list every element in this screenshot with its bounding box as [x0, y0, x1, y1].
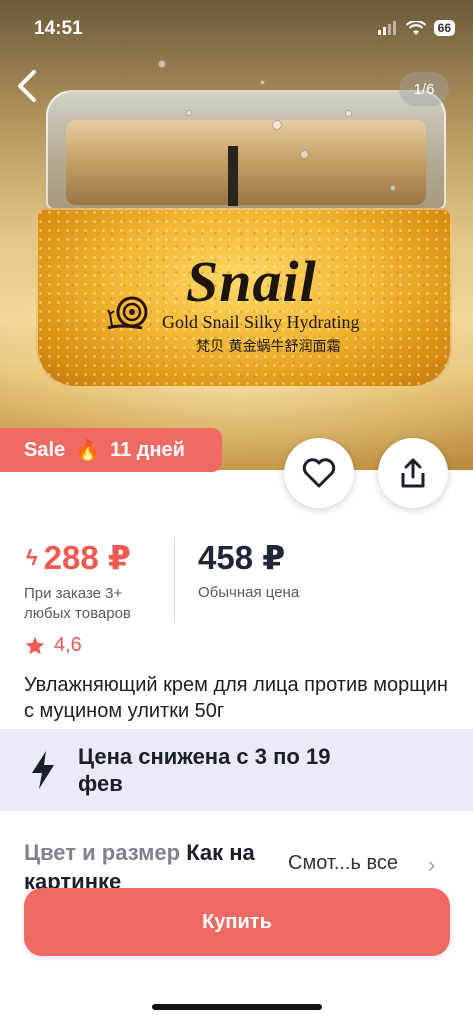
current-price-value: 288 ₽ — [43, 539, 131, 576]
status-bar: 14:51 66 — [0, 0, 473, 56]
home-indicator — [152, 1004, 322, 1010]
sale-label: Sale — [24, 438, 66, 461]
variant-label: Цвет и размер — [24, 840, 181, 865]
variant-selector[interactable]: Цвет и размер Как на картинке — [24, 838, 274, 892]
water-drop — [345, 110, 352, 117]
rating-value: 4,6 — [54, 634, 82, 656]
buy-button[interactable]: Купить — [24, 888, 450, 956]
water-drop — [390, 185, 396, 191]
fire-icon: 🔥 — [75, 439, 101, 462]
water-drop — [300, 150, 309, 159]
price-divider — [174, 538, 175, 622]
sale-days: 11 дней — [110, 438, 185, 461]
lightning-icon — [32, 751, 54, 789]
battery-indicator: 66 — [433, 20, 455, 36]
price-drop-banner: Цена снижена с 3 по 19 фев — [0, 729, 473, 811]
product-title: Увлажняющий крем для лица против морщин … — [24, 674, 448, 722]
jar-cap — [66, 120, 426, 205]
share-button[interactable] — [378, 438, 448, 508]
current-price-note: При заказе 3+ любых товаров — [24, 585, 131, 622]
current-price: ϟ 288 ₽ — [26, 538, 131, 577]
signal-icon — [377, 21, 396, 35]
water-drop — [186, 110, 192, 116]
sale-badge: Sale 🔥 11 дней — [0, 428, 222, 472]
brand-subtitle: Gold Snail Silky Hydrating — [162, 312, 360, 332]
chevron-left-icon — [18, 70, 36, 102]
image-pager: 1/6 — [399, 72, 449, 106]
see-all-link[interactable]: Смот...ь все — [288, 852, 398, 875]
regular-price-note: Обычная цена — [198, 584, 300, 601]
brand-cn-subtitle: 梵贝 黄金蜗牛舒润面霜 — [196, 339, 341, 355]
jar-cap-stripe — [228, 146, 238, 206]
brand-logo-text: Snail — [186, 249, 317, 314]
favorite-button[interactable] — [284, 438, 354, 508]
price-drop-text: Цена снижена с 3 по 19 фев — [78, 744, 331, 796]
status-time: 14:51 — [34, 18, 83, 39]
lightning-icon: ϟ — [26, 544, 38, 570]
back-button[interactable] — [10, 66, 46, 106]
water-drop — [158, 60, 166, 68]
water-drop — [260, 80, 265, 85]
heart-icon — [302, 458, 336, 488]
share-icon — [401, 458, 425, 488]
snail-logo-icon — [107, 296, 148, 330]
product-rating[interactable]: 4,6 — [24, 634, 82, 657]
chevron-right-icon[interactable]: › — [428, 852, 435, 878]
product-image-gallery[interactable]: Snail Gold Snail Silky Hydrating 梵贝 黄金蜗牛… — [0, 0, 473, 470]
product-jar-image: Snail Gold Snail Silky Hydrating 梵贝 黄金蜗牛… — [36, 90, 452, 390]
star-icon — [25, 636, 45, 654]
water-drop — [272, 120, 282, 130]
status-icons: 66 — [377, 20, 455, 36]
regular-price: 458 ₽ — [198, 539, 286, 576]
wifi-icon — [405, 20, 426, 35]
